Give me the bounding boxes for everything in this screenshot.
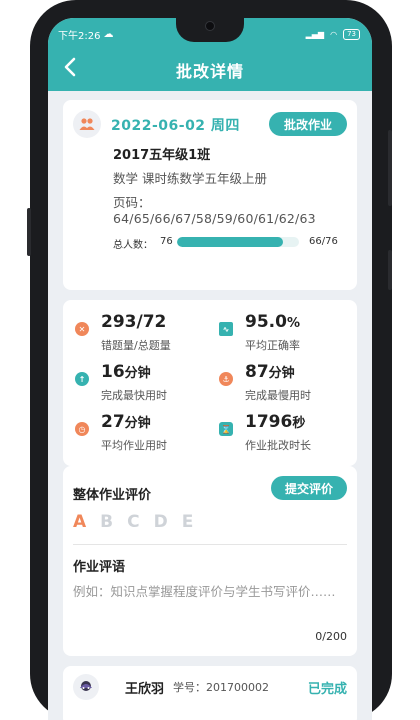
comment-counter: 0/200	[315, 630, 347, 643]
anchor-icon: ⚓	[219, 372, 233, 386]
stat-value: 293/72	[101, 312, 167, 332]
grade-option-d[interactable]: D	[154, 512, 168, 532]
completion-progress-bar	[177, 237, 299, 247]
close-circle-icon: ✕	[75, 322, 89, 336]
stat-label: 平均作业用时	[101, 439, 167, 452]
trend-chart-icon: ∿	[219, 322, 233, 336]
student-row[interactable]: 王欣羽 学号：201700002 已完成	[63, 666, 357, 720]
stat-accuracy: ∿ 95.0% 平均正确率	[209, 312, 349, 356]
evaluation-title: 整体作业评价	[73, 488, 152, 503]
comment-input[interactable]: 例如：知识点掌握程度评价与学生书写评价……	[73, 582, 343, 622]
camera	[205, 21, 215, 31]
clock-icon: ◷	[75, 422, 89, 436]
grade-option-c[interactable]: C	[127, 512, 139, 532]
stat-label: 平均正确率	[245, 339, 300, 352]
student-id: 学号：201700002	[173, 681, 269, 694]
wifi-icon: ◠	[330, 29, 338, 39]
class-name: 2017五年级1班	[113, 148, 211, 163]
hourglass-icon: ⌛	[219, 422, 233, 436]
rocket-icon: ↑	[75, 372, 89, 386]
screen: 下午2:26 ☁ ▂▄▆ ◠ 73 批改详情 2022-06-02 周四 批改作…	[48, 18, 372, 720]
cloud-icon: ☁	[103, 28, 114, 40]
total-count: 76	[160, 236, 173, 247]
stats-card: ✕ 293/72 错题量/总题量 ∿ 95.0% 平均正确率 ↑ 16分钟 完成…	[63, 300, 357, 466]
signal-icon: ▂▄▆	[305, 29, 325, 39]
divider	[73, 544, 347, 545]
student-name: 王欣羽	[125, 682, 165, 697]
stat-value: 87分钟	[245, 362, 295, 382]
stat-value: 16分钟	[101, 362, 151, 382]
stat-grading-duration: ⌛ 1796秒 作业批改时长	[209, 412, 349, 456]
stat-value: 95.0%	[245, 312, 300, 332]
stat-fastest: ↑ 16分钟 完成最快用时	[65, 362, 205, 406]
assignment-card: 2022-06-02 周四 批改作业 2017五年级1班 数学 课时练数学五年级…	[63, 100, 357, 290]
stat-average-time: ◷ 27分钟 平均作业用时	[65, 412, 205, 456]
completion-progress-text: 66/76	[309, 236, 338, 247]
submit-evaluation-button[interactable]: 提交评价	[271, 476, 347, 500]
pages-label: 页码：	[113, 195, 151, 210]
stat-label: 错题量/总题量	[101, 339, 171, 352]
stat-label: 完成最慢用时	[245, 389, 311, 402]
comment-title: 作业评语	[73, 560, 126, 575]
pages-value: 64/65/66/67/58/59/60/61/62/63	[113, 211, 316, 226]
stat-label: 完成最快用时	[101, 389, 167, 402]
subject-text: 数学 课时练数学五年级上册	[113, 171, 267, 186]
page-title: 批改详情	[175, 62, 244, 81]
app-header: 下午2:26 ☁ ▂▄▆ ◠ 73 批改详情	[48, 18, 372, 91]
battery-icon: 73	[343, 28, 360, 40]
grade-option-a[interactable]: A	[73, 512, 86, 532]
stat-slowest: ⚓ 87分钟 完成最慢用时	[209, 362, 349, 406]
class-group-icon	[73, 110, 101, 138]
stat-label: 作业批改时长	[245, 439, 311, 452]
power-button	[388, 250, 392, 290]
stat-wrong-total: ✕ 293/72 错题量/总题量	[65, 312, 205, 356]
completion-progress-fill	[177, 237, 283, 247]
stat-value: 27分钟	[101, 412, 151, 432]
volume-button	[27, 208, 31, 256]
side-button	[388, 130, 392, 206]
grade-option-e[interactable]: E	[182, 512, 194, 532]
grade-homework-button[interactable]: 批改作业	[269, 112, 347, 136]
status-badge: 已完成	[307, 682, 347, 697]
assignment-date: 2022-06-02 周四	[111, 118, 240, 134]
status-time: 下午2:26	[58, 30, 101, 42]
grade-selector: A B C D E	[73, 512, 193, 532]
evaluation-card: 整体作业评价 提交评价 A B C D E 作业评语 例如：知识点掌握程度评价与…	[63, 466, 357, 656]
total-label: 总人数：	[113, 240, 153, 251]
avatar	[73, 674, 99, 700]
stat-value: 1796秒	[245, 412, 306, 432]
grade-option-b[interactable]: B	[100, 512, 113, 532]
